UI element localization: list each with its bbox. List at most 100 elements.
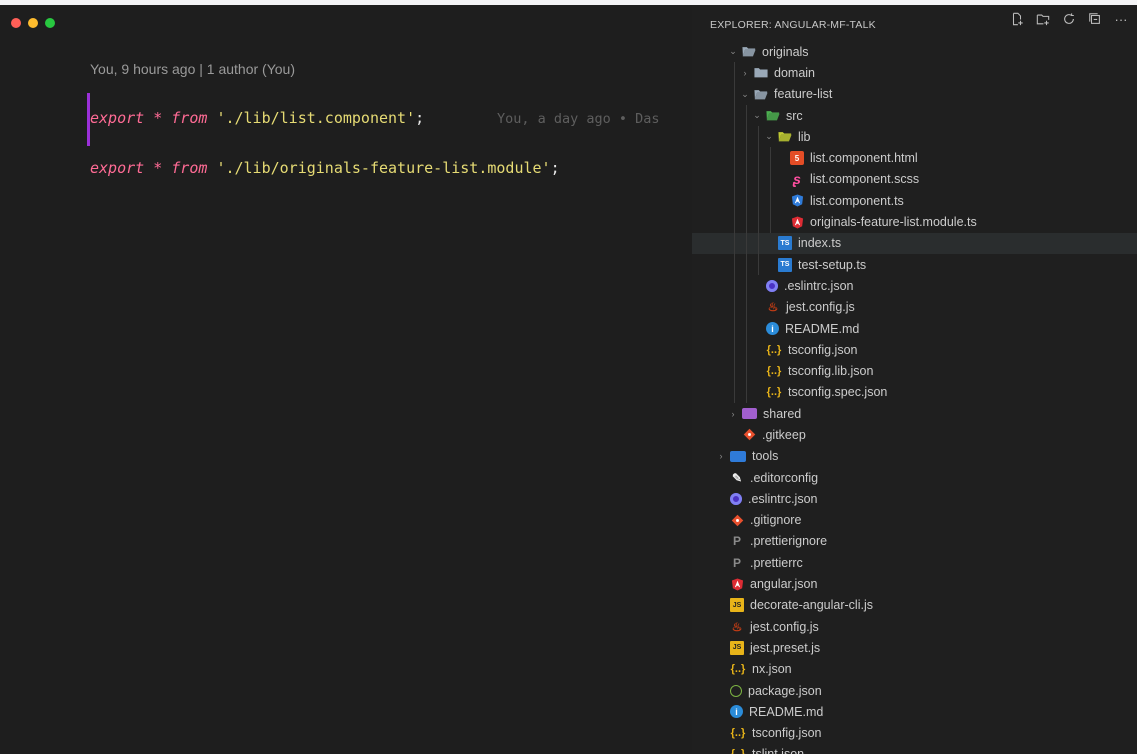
tree-file[interactable]: ♨ jest.config.js: [692, 616, 1137, 637]
indent-guide: [746, 232, 747, 254]
keyword-export: export: [90, 109, 145, 127]
tree-file[interactable]: P .prettierignore: [692, 531, 1137, 552]
indent-guide: [734, 275, 735, 297]
chevron-down-icon[interactable]: ⌄: [728, 46, 738, 57]
folder-open-icon: [754, 87, 768, 101]
chevron-down-icon[interactable]: ⌄: [740, 89, 750, 100]
tree-file[interactable]: i README.md: [692, 317, 1137, 340]
tree-item-label: shared: [763, 406, 802, 421]
tree-file[interactable]: {..} tsconfig.json: [692, 723, 1137, 744]
indent-guide: [746, 126, 747, 148]
tree-item-label: originals-feature-list.module.ts: [810, 215, 977, 230]
tree-item-label: tools: [752, 449, 779, 464]
more-icon[interactable]: ···: [1113, 12, 1129, 28]
tree-file[interactable]: 5 list.component.html: [692, 147, 1137, 169]
angular-icon: [790, 215, 804, 229]
tree-folder[interactable]: ⌄ feature-list: [692, 83, 1137, 105]
tools-folder-icon: [730, 450, 746, 462]
indent-guide: [758, 232, 759, 254]
indent-guide: [758, 168, 759, 191]
tree-item-label: .eslintrc.json: [748, 491, 818, 506]
indent-guide: [746, 275, 747, 297]
tree-file[interactable]: {..} tsconfig.json: [692, 339, 1137, 361]
package-icon: [730, 684, 742, 697]
chevron-right-icon[interactable]: ›: [716, 451, 726, 461]
explorer-actions: ···: [1009, 12, 1129, 28]
shared-folder-icon: [742, 408, 757, 420]
tree-file[interactable]: {..} tsconfig.lib.json: [692, 360, 1137, 382]
tree-file[interactable]: originals-feature-list.module.ts: [692, 211, 1137, 233]
json-file-icon: {..}: [766, 343, 782, 356]
collapse-all-icon[interactable]: [1087, 12, 1103, 28]
indent-guide: [734, 126, 735, 148]
tree-file[interactable]: {..} nx.json: [692, 659, 1137, 680]
tree-folder[interactable]: › domain: [692, 62, 1137, 84]
editorconfig-icon: ✎: [731, 470, 743, 485]
tree-file[interactable]: {..} tsconfig.spec.json: [692, 381, 1137, 404]
tree-file[interactable]: .eslintrc.json: [692, 275, 1137, 297]
json-file-icon: {..}: [766, 386, 782, 399]
json-file-icon: {..}: [766, 365, 782, 378]
indent-guide: [770, 190, 771, 212]
new-file-icon[interactable]: [1009, 12, 1025, 28]
tree-file[interactable]: i README.md: [692, 701, 1137, 722]
indent-guide: [746, 360, 747, 382]
tree-folder[interactable]: › shared: [692, 403, 1137, 424]
indent-guide: [770, 211, 771, 233]
tree-item-label: tsconfig.spec.json: [788, 385, 888, 400]
sass-file-icon: ʂ: [793, 171, 801, 188]
tree-item-label: feature-list: [774, 87, 833, 102]
indent-guide: [734, 62, 735, 84]
tree-file[interactable]: package.json: [692, 680, 1137, 701]
tree-item-label: package.json: [748, 683, 822, 698]
tree-folder[interactable]: ⌄ src: [692, 104, 1137, 127]
folder-open-icon: [766, 109, 780, 123]
tree-file[interactable]: .gitignore: [692, 510, 1137, 531]
tree-file[interactable]: list.component.ts: [692, 190, 1137, 212]
tree-folder[interactable]: ⌄ lib: [692, 126, 1137, 148]
tree-file[interactable]: {..} tslint.json: [692, 744, 1137, 754]
chevron-right-icon[interactable]: ›: [740, 68, 750, 78]
tree-file[interactable]: JS jest.preset.js: [692, 637, 1137, 658]
tree-file[interactable]: angular.json: [692, 573, 1137, 594]
git-icon: [742, 428, 756, 442]
tree-folder[interactable]: › tools: [692, 446, 1137, 467]
explorer-panel: EXPLORER: ANGULAR-MF-TALK ··· ⌄ originals…: [692, 5, 1137, 754]
json-file-icon: {..}: [730, 663, 746, 676]
indent-guide: [746, 104, 747, 127]
indent-guide: [734, 317, 735, 340]
refresh-icon[interactable]: [1061, 12, 1077, 28]
inline-blame: You, a day ago • Das: [497, 111, 660, 127]
tree-folder[interactable]: ⌄ originals: [692, 41, 1137, 62]
tree-item-label: .editorconfig: [750, 470, 819, 485]
tree-item-label: .eslintrc.json: [784, 278, 854, 293]
indent-guide: [734, 147, 735, 169]
tree-file[interactable]: JS decorate-angular-cli.js: [692, 595, 1137, 616]
indent-guide: [758, 211, 759, 233]
tree-file[interactable]: ʂ list.component.scss: [692, 168, 1137, 191]
code-line-1[interactable]: export * from './lib/list.component';: [90, 109, 424, 127]
indent-guide: [746, 147, 747, 169]
chevron-down-icon[interactable]: ⌄: [752, 110, 762, 121]
indent-guide: [746, 381, 747, 404]
indent-guide: [734, 339, 735, 361]
chevron-right-icon[interactable]: ›: [728, 409, 738, 419]
git-codelens[interactable]: You, 9 hours ago | 1 author (You): [90, 61, 295, 77]
tree-file[interactable]: TS test-setup.ts: [692, 253, 1137, 276]
tree-file[interactable]: ✎ .editorconfig: [692, 467, 1137, 488]
chevron-down-icon[interactable]: ⌄: [764, 131, 774, 142]
tree-file[interactable]: ♨ jest.config.js: [692, 296, 1137, 318]
tree-item-label: angular.json: [750, 577, 818, 592]
code-line-2[interactable]: export * from './lib/originals-feature-l…: [90, 159, 560, 177]
tree-file[interactable]: .eslintrc.json: [692, 488, 1137, 509]
indent-guide: [746, 339, 747, 361]
operator: *: [144, 159, 172, 177]
tree-file[interactable]: TS index.ts: [692, 232, 1137, 254]
tree-item-label: jest.config.js: [750, 619, 819, 634]
tree-item-label: test-setup.ts: [798, 257, 867, 272]
tree-file[interactable]: .gitkeep: [692, 424, 1137, 445]
new-folder-icon[interactable]: [1035, 12, 1051, 28]
tree-item-label: .prettierignore: [750, 534, 828, 549]
tree-file[interactable]: P .prettierrc: [692, 552, 1137, 573]
code-editor[interactable]: You, 9 hours ago | 1 author (You) export…: [0, 5, 692, 754]
